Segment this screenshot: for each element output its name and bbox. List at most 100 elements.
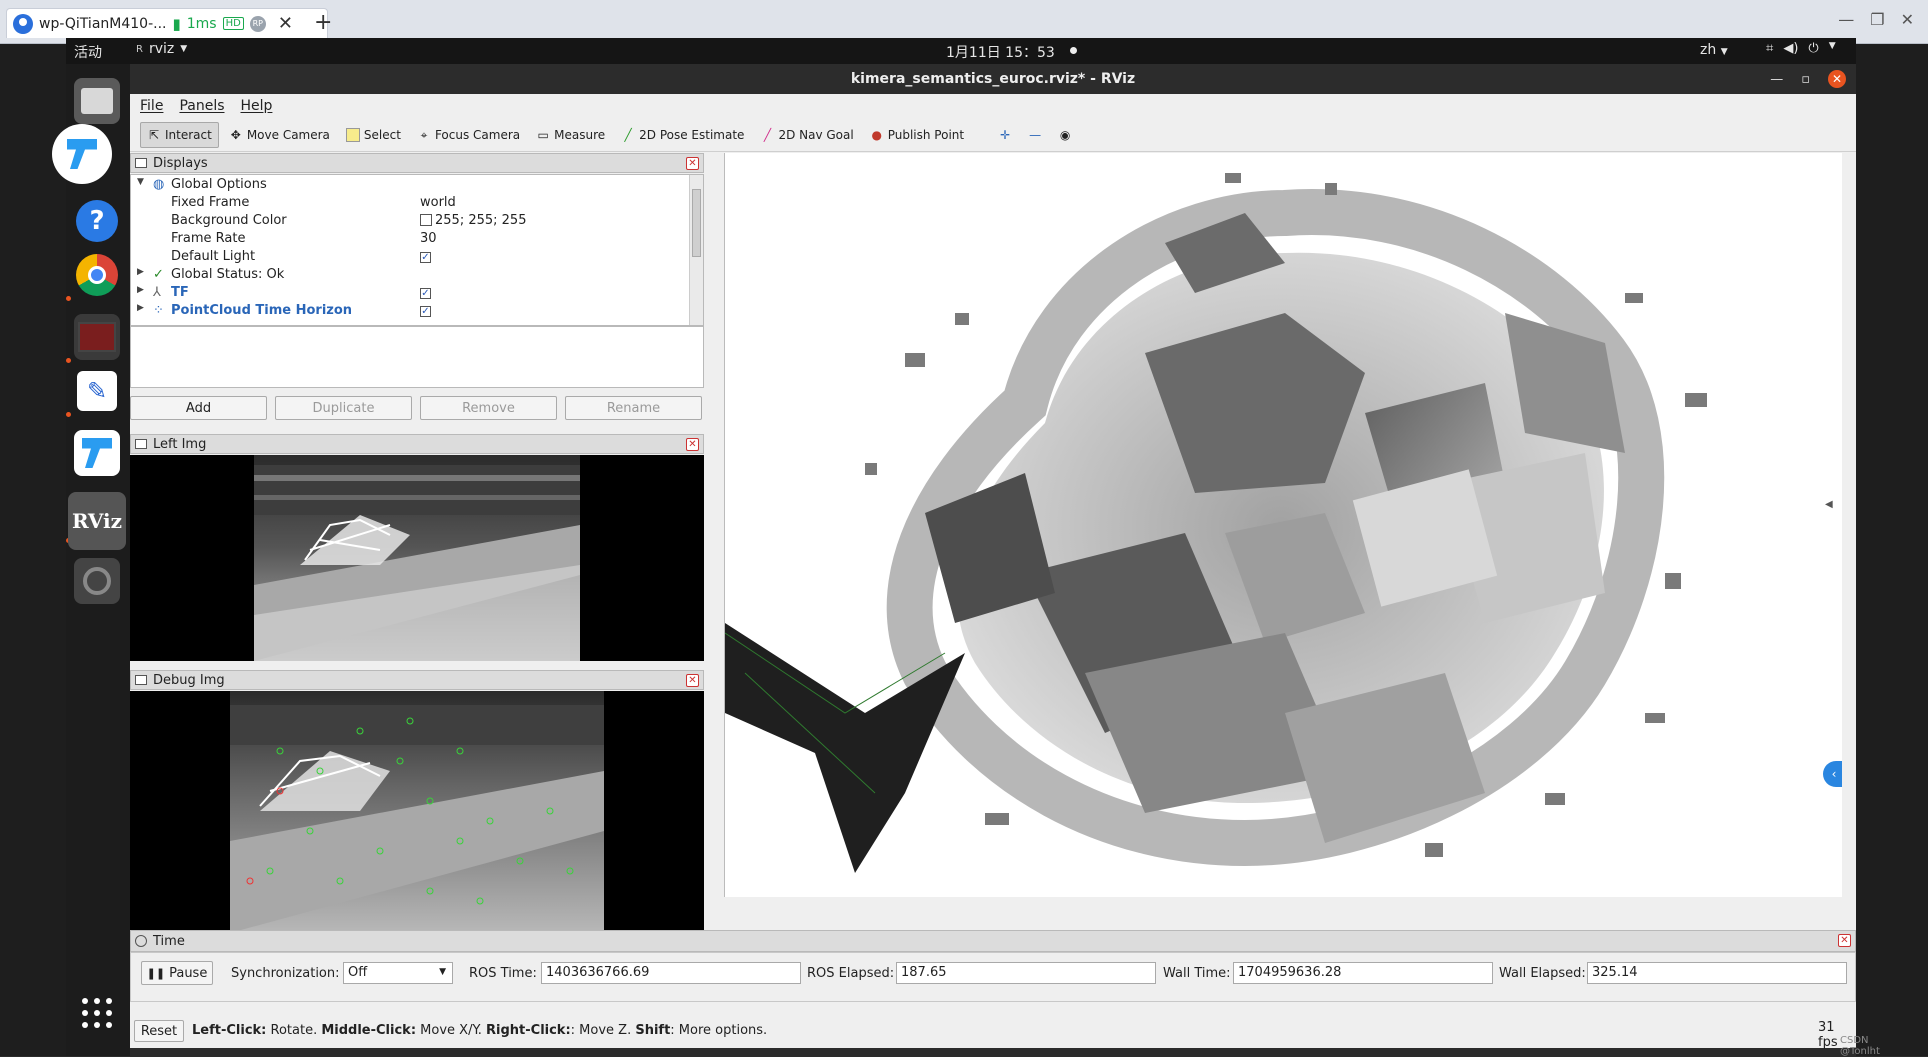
measure-tool[interactable]: ▭ Measure [530,122,611,148]
menu-panels[interactable]: Panels [179,98,224,114]
new-tab-button[interactable]: + [314,10,332,35]
expand-right-icon[interactable]: ▶ [137,303,144,313]
expand-down-icon[interactable]: ▼ [137,177,144,187]
rename-button[interactable]: Rename [565,396,702,420]
color-value: 255; 255; 255 [435,213,527,228]
displays-tree: ▼ ◍ Global Options Fixed Frame world Bac… [130,174,704,326]
close-icon[interactable]: ✕ [1901,10,1914,29]
close-panel-icon[interactable]: ✕ [686,157,699,170]
row-value[interactable]: 255; 255; 255 [420,213,526,228]
wall-elapsed-field[interactable]: 325.14 [1587,962,1847,984]
close-panel-icon[interactable]: ✕ [686,674,699,687]
hint-text: Rotate. [266,1023,322,1038]
tree-row-frame-rate[interactable]: Frame Rate 30 [131,230,687,248]
minus-icon: — [1029,127,1042,142]
help-app-icon[interactable]: ? [74,198,120,244]
ros-elapsed-field[interactable]: 187.65 [896,962,1156,984]
todesk-app-icon[interactable] [52,124,112,184]
checkbox-checked[interactable]: ✓ [420,288,431,299]
collapse-right-handle[interactable]: ◀ [1825,499,1833,510]
nav-goal-tool[interactable]: ╱ 2D Nav Goal [754,122,859,148]
expand-right-icon[interactable]: ▶ [137,285,144,295]
scrollbar-thumb[interactable] [692,189,701,257]
row-label: Global Options [171,177,267,192]
focus-camera-tool[interactable]: ⌖ Focus Camera [411,122,526,148]
row-value[interactable]: 30 [420,231,437,246]
clock[interactable]: 1月11日 15：53 [946,42,1055,62]
pose-estimate-tool[interactable]: ╱ 2D Pose Estimate [615,122,750,148]
close-icon[interactable]: ✕ [1828,70,1846,88]
system-tray[interactable]: ⌗ ◀) ⏻ ▼ [1766,41,1836,56]
remove-tool-button[interactable]: — [1022,122,1048,148]
chevron-down-icon: ▼ [1828,41,1836,51]
remove-button[interactable]: Remove [420,396,557,420]
view-options-button[interactable]: ◉ [1052,122,1078,148]
expand-right-icon[interactable]: ▶ [137,267,144,277]
duplicate-button[interactable]: Duplicate [275,396,412,420]
time-panel-header: Time ✕ [130,930,1856,952]
minimize-icon[interactable]: — [1770,72,1783,87]
move-camera-tool[interactable]: ✥ Move Camera [223,122,336,148]
close-tab-icon[interactable]: ✕ [278,13,293,34]
remote-session-tab[interactable]: wp-QiTianM410-... ▮ 1ms HD RP ✕ [6,8,328,38]
row-label: Fixed Frame [171,195,250,210]
checkbox-checked[interactable]: ✓ [420,252,431,263]
select-tool[interactable]: Select [340,122,407,148]
hint-key: Middle-Click: [321,1023,417,1038]
menu-file[interactable]: File [140,98,163,114]
minimize-icon[interactable]: — [1838,10,1854,29]
activities-button[interactable]: 活动 [74,42,102,62]
3d-render-view[interactable]: ◀ ◀ ‹ [724,153,1842,897]
pink-arrow-icon: ╱ [763,127,772,142]
checkbox-checked[interactable]: ✓ [420,306,431,317]
disc-app-icon[interactable] [74,558,120,604]
side-drawer-button[interactable]: ‹ [1823,761,1842,787]
reset-button[interactable]: Reset [134,1020,184,1042]
add-tool-button[interactable]: ✛ [992,122,1018,148]
show-applications-icon[interactable] [82,998,112,1028]
app-menu[interactable]: R rviz ▼ [136,41,187,57]
wall-time-field[interactable]: 1704959636.28 [1233,962,1493,984]
plus-icon: ✛ [1000,127,1011,142]
signal-icon: ▮ [172,14,181,33]
tree-row-fixed-frame[interactable]: Fixed Frame world [131,194,687,212]
mesh-reconstruction-render [725,173,1707,873]
text-editor-app-icon[interactable]: ✎ [74,368,120,414]
menu-bar: File Panels Help [130,94,1856,118]
running-indicator [66,412,71,417]
tree-row-background-color[interactable]: Background Color 255; 255; 255 [131,212,687,230]
tree-row-pointcloud[interactable]: ▶ ⁘ PointCloud Time Horizon ✓ [131,302,687,320]
tree-row-default-light[interactable]: Default Light ✓ [131,248,687,266]
ros-time-field[interactable]: 1403636766.69 [541,962,801,984]
row-value[interactable]: ✓ [420,285,431,300]
restore-icon[interactable]: ❐ [1870,10,1884,29]
language-indicator[interactable]: zh ▼ [1700,42,1728,58]
row-value[interactable]: ✓ [420,249,431,264]
cursor-icon: ⇱ [148,127,160,142]
rviz-app-icon[interactable]: RViz [68,492,126,550]
terminal-app-icon[interactable] [74,314,120,360]
publish-point-tool[interactable]: ● Publish Point [864,122,970,148]
todesk-app-icon[interactable] [74,430,120,476]
pause-button[interactable]: ❚❚ Pause [141,961,213,985]
add-button[interactable]: Add [130,396,267,420]
tree-row-tf[interactable]: ▶ ⅄ TF ✓ [131,284,687,302]
row-value[interactable]: world [420,195,456,210]
displays-title: Displays [153,155,208,171]
files-app-icon[interactable] [74,78,120,124]
ros-time-label: ROS Time: [469,966,537,981]
close-panel-icon[interactable]: ✕ [1838,934,1851,947]
chrome-app-icon[interactable] [74,252,120,298]
menu-help[interactable]: Help [241,98,273,114]
tree-scrollbar[interactable] [689,175,703,325]
interact-tool[interactable]: ⇱ Interact [140,121,219,148]
maximize-icon[interactable]: ▫ [1801,72,1810,87]
tool-label: 2D Nav Goal [778,127,854,142]
close-panel-icon[interactable]: ✕ [686,438,699,451]
tree-row-global-options[interactable]: ▼ ◍ Global Options [131,176,687,194]
tool-label: Publish Point [887,127,965,142]
running-indicator [66,358,71,363]
row-value[interactable]: ✓ [420,303,431,318]
sync-select[interactable]: Off ▼ [343,962,453,984]
tree-row-global-status[interactable]: ▶ ✓ Global Status: Ok [131,266,687,284]
